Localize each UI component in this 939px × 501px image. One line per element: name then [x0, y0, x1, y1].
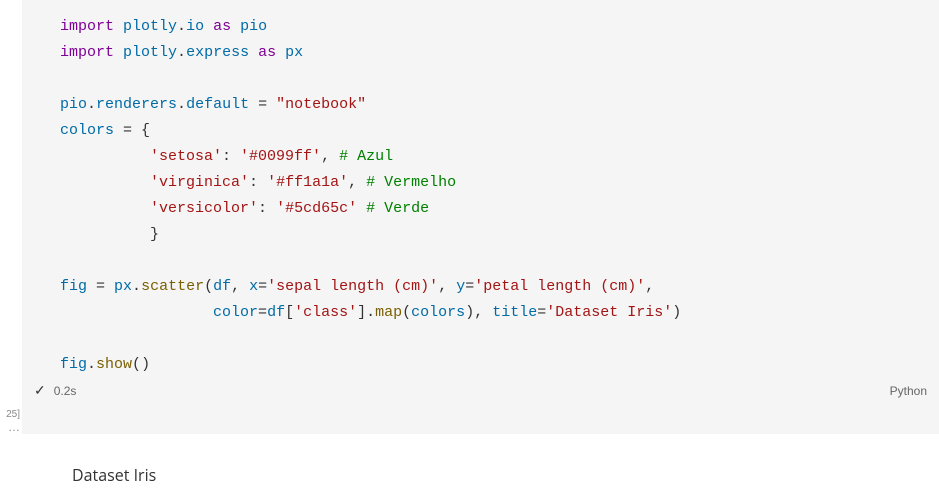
comment: # Vermelho — [357, 174, 456, 191]
cell-output: Dataset Iris — [0, 434, 939, 486]
dot: . — [177, 96, 186, 113]
string-literal: 'sepal length (cm)' — [267, 278, 438, 295]
execution-duration: 0.2s — [54, 384, 77, 398]
keyword-as: as — [258, 44, 276, 61]
identifier: fig — [60, 278, 87, 295]
kwarg-name: x — [249, 278, 258, 295]
success-check-icon: ✓ — [34, 382, 46, 399]
comma: , — [645, 278, 654, 295]
code-editor[interactable]: import plotly.io as pio import plotly.ex… — [22, 14, 939, 378]
alias-name: pio — [240, 18, 267, 35]
brace-close: } — [150, 226, 159, 243]
paren-close: ) — [672, 304, 681, 321]
comma: , — [231, 278, 249, 295]
function-call: scatter — [141, 278, 204, 295]
dot: . — [177, 44, 186, 61]
string-literal: '#5cd65c' — [276, 200, 357, 217]
code-cell-container: import plotly.io as pio import plotly.ex… — [22, 0, 939, 434]
comma: , — [438, 278, 456, 295]
attribute: default — [186, 96, 249, 113]
module-name: plotly — [123, 44, 177, 61]
equals: = — [258, 304, 267, 321]
colon: : — [249, 174, 267, 191]
colon: : — [258, 200, 276, 217]
keyword-as: as — [213, 18, 231, 35]
module-name: io — [186, 18, 204, 35]
string-literal: 'class' — [294, 304, 357, 321]
kwarg-name: title — [492, 304, 537, 321]
status-left: ✓ 0.2s — [34, 382, 76, 399]
equals: = — [87, 278, 114, 295]
string-literal: '#ff1a1a' — [267, 174, 348, 191]
equals: = — [465, 278, 474, 295]
dot: . — [87, 356, 96, 373]
dict-key: 'versicolor' — [150, 200, 258, 217]
colon: : — [222, 148, 240, 165]
brace-open: { — [141, 122, 150, 139]
keyword-import: import — [60, 44, 114, 61]
execution-gutter: 25] … — [0, 0, 22, 434]
kwarg-name: y — [456, 278, 465, 295]
equals: = — [114, 122, 141, 139]
dict-key: 'virginica' — [150, 174, 249, 191]
module-name: express — [186, 44, 249, 61]
identifier: colors — [60, 122, 114, 139]
cell-menu-icon[interactable]: … — [0, 420, 20, 434]
bracket-open: [ — [285, 304, 294, 321]
module-ref: px — [114, 278, 132, 295]
dot: . — [177, 18, 186, 35]
language-label[interactable]: Python — [890, 384, 927, 398]
function-call: show — [96, 356, 132, 373]
equals: = — [258, 278, 267, 295]
string-literal: "notebook" — [276, 96, 366, 113]
dot: . — [87, 96, 96, 113]
string-literal: 'petal length (cm)' — [474, 278, 645, 295]
kwarg-name: color — [213, 304, 258, 321]
identifier: df — [267, 304, 285, 321]
module-name: plotly — [123, 18, 177, 35]
paren-close: ) — [141, 356, 150, 373]
keyword-import: import — [60, 18, 114, 35]
bracket-close: ] — [357, 304, 366, 321]
comma: , — [348, 174, 357, 191]
comma: , — [321, 148, 330, 165]
paren-open: ( — [402, 304, 411, 321]
cell-status-bar: ✓ 0.2s Python — [22, 378, 939, 403]
execution-count: 25] — [0, 409, 20, 420]
paren-open: ( — [204, 278, 213, 295]
string-literal: '#0099ff' — [240, 148, 321, 165]
equals: = — [249, 96, 276, 113]
paren-open: ( — [132, 356, 141, 373]
equals: = — [537, 304, 546, 321]
comment: # Verde — [357, 200, 429, 217]
dot: . — [366, 304, 375, 321]
attribute: renderers — [96, 96, 177, 113]
dict-key: 'setosa' — [150, 148, 222, 165]
notebook-cell: 25] … import plotly.io as pio import plo… — [0, 0, 939, 434]
dot: . — [132, 278, 141, 295]
identifier: fig — [60, 356, 87, 373]
argument: colors — [411, 304, 465, 321]
identifier: pio — [60, 96, 87, 113]
alias-name: px — [285, 44, 303, 61]
paren-close: ) — [465, 304, 474, 321]
argument: df — [213, 278, 231, 295]
function-call: map — [375, 304, 402, 321]
chart-title: Dataset Iris — [72, 464, 156, 486]
comma: , — [474, 304, 492, 321]
comment: # Azul — [330, 148, 393, 165]
string-literal: 'Dataset Iris' — [546, 304, 672, 321]
